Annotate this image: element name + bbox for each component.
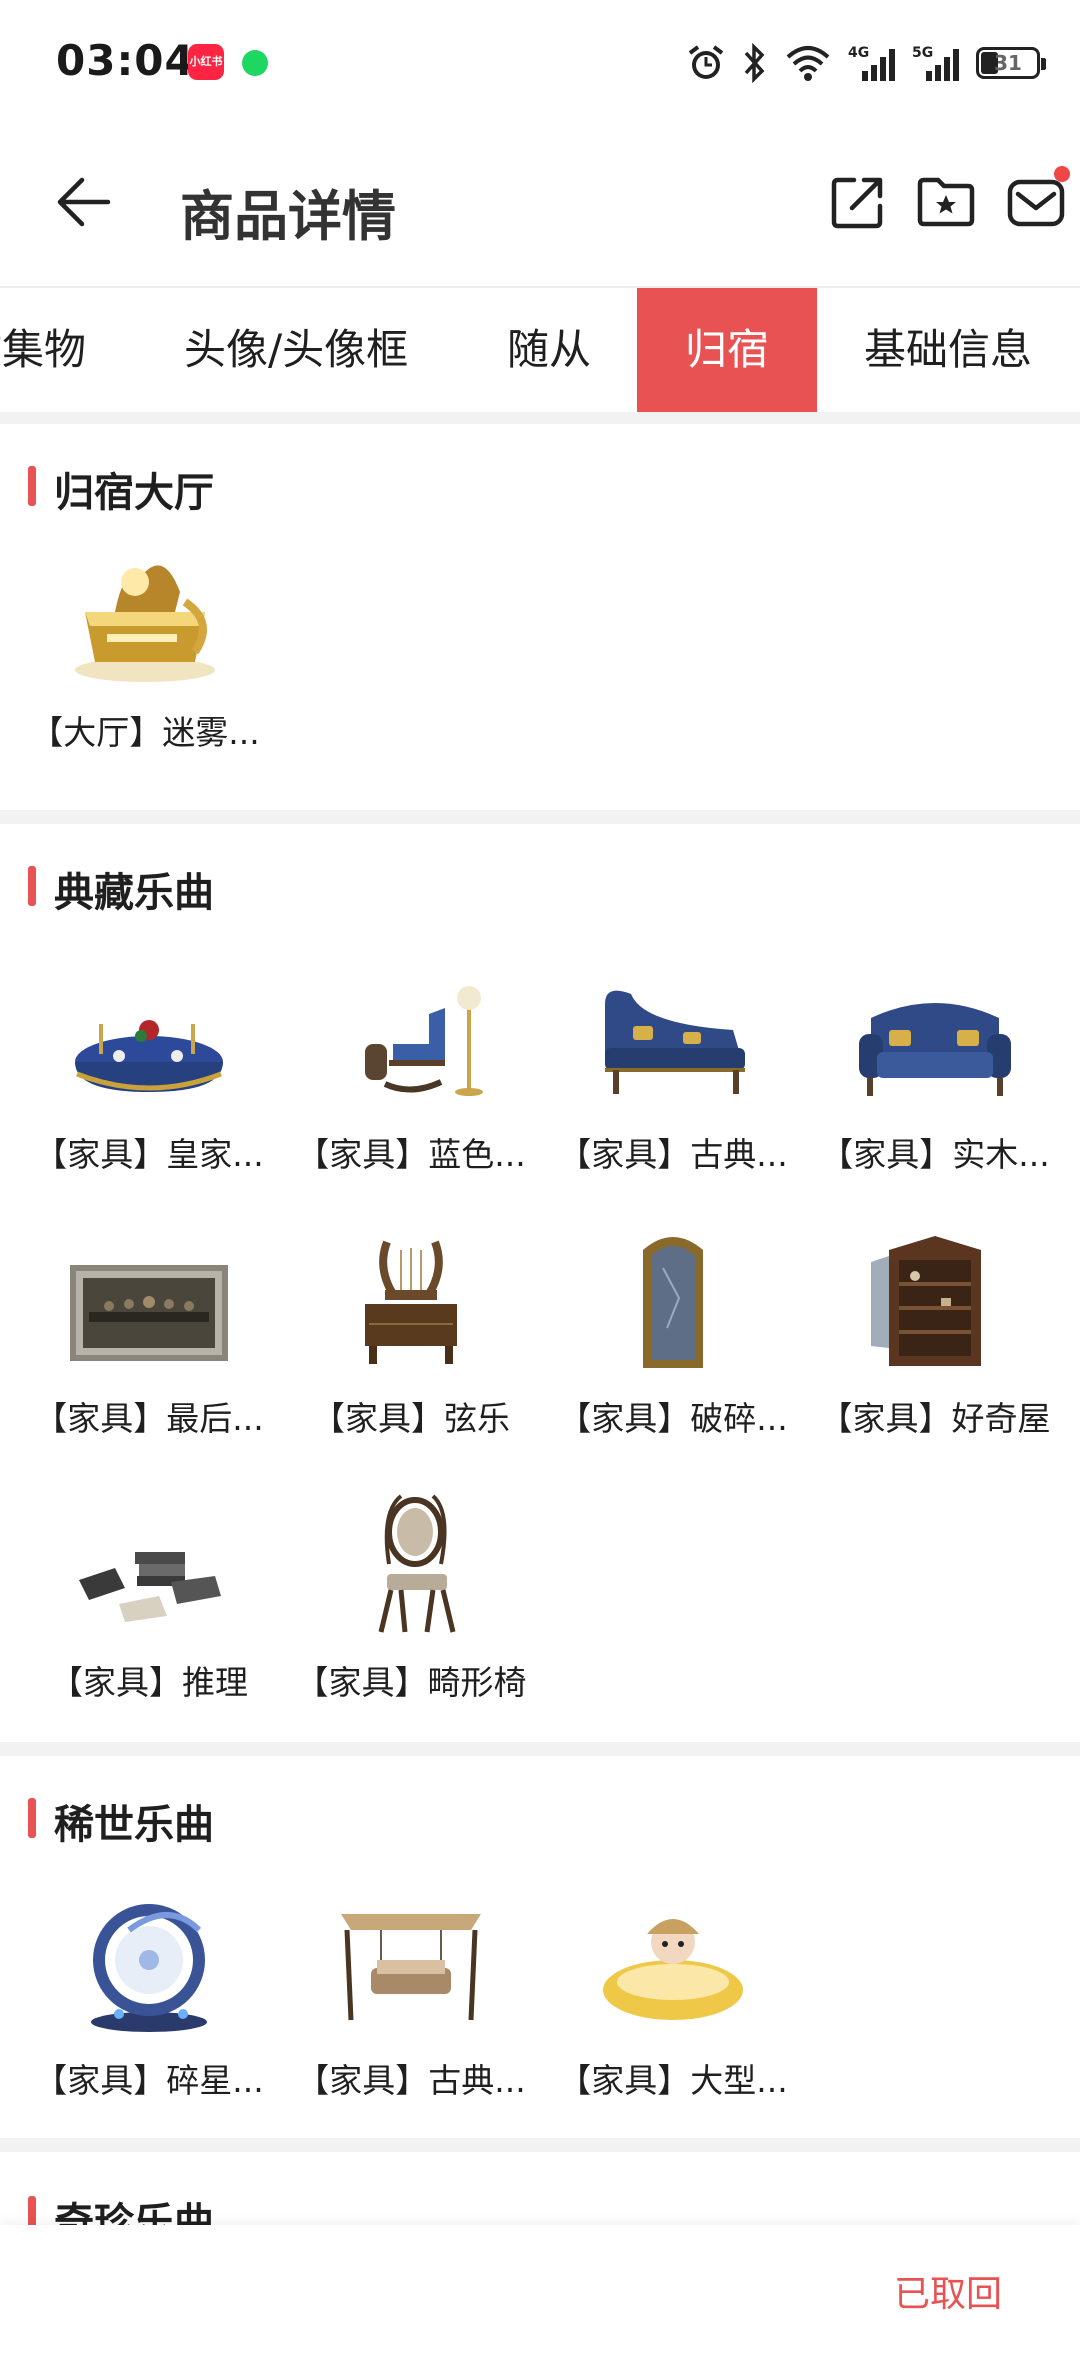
divider xyxy=(0,412,1080,424)
item-label: 【家具】皇家... xyxy=(34,1135,264,1174)
item-card[interactable]: 【家具】古典... xyxy=(280,1890,542,2102)
page-title: 商品详情 xyxy=(180,185,396,248)
broken-mirror-icon xyxy=(643,1237,703,1368)
tab-home-active[interactable]: 归宿 xyxy=(637,288,817,412)
bathtub-icon xyxy=(603,1919,743,2020)
swing-bench-icon xyxy=(341,1914,481,2021)
item-card[interactable]: 【家具】皇家... xyxy=(18,964,280,1176)
battery-icon: 31 xyxy=(976,47,1046,79)
item-card[interactable]: 【家具】实木... xyxy=(804,964,1066,1176)
tab-followers[interactable]: 随从 xyxy=(507,288,591,412)
back-arrow-icon[interactable] xyxy=(52,170,116,234)
wifi-icon xyxy=(786,46,830,81)
tab-avatar-frame[interactable]: 头像/头像框 xyxy=(184,288,408,412)
favorite-folder-icon[interactable] xyxy=(914,170,978,234)
signal-5g-icon: 5G xyxy=(912,45,959,81)
classic-chaise-icon xyxy=(605,990,745,1094)
section-marker xyxy=(28,866,36,906)
signal-4g-icon: 4G xyxy=(848,45,895,81)
battery-level: 31 xyxy=(994,51,1022,75)
bottom-action-bar: 已取回 xyxy=(0,2225,1080,2375)
item-label: 【家具】最后... xyxy=(34,1399,264,1438)
category-tabs: 收集物 头像/头像框 随从 归宿 基础信息 xyxy=(0,288,1080,412)
golden-stage-icon xyxy=(75,565,215,682)
item-card[interactable]: 【家具】破碎... xyxy=(542,1228,804,1440)
item-label: 【家具】碎星... xyxy=(34,2061,264,2100)
section-title: 典藏乐曲 xyxy=(54,870,214,916)
tab-collectibles[interactable]: 收集物 xyxy=(0,288,86,412)
section-title: 稀世乐曲 xyxy=(54,1802,214,1848)
item-label: 【家具】推理 xyxy=(50,1663,248,1702)
section-collection: 典藏乐曲 【家具】皇家... 【家具】蓝色... 【家具】古典... 【家具】实… xyxy=(0,824,1080,1742)
status-time: 03:04 xyxy=(56,36,195,85)
star-moon-ornament-icon xyxy=(91,1904,207,2032)
share-icon[interactable] xyxy=(826,170,890,234)
item-label: 【家具】蓝色... xyxy=(296,1135,526,1174)
section-title: 归宿大厅 xyxy=(54,470,214,516)
item-label: 【家具】弦乐 xyxy=(312,1399,510,1438)
royal-table-icon xyxy=(75,1020,223,1092)
item-label: 【家具】古典... xyxy=(296,2061,526,2100)
xiaohongshu-app-icon: 小红书 xyxy=(188,44,224,80)
item-card[interactable]: 【家具】最后... xyxy=(18,1228,280,1440)
section-treasure: 奇珍乐曲 xyxy=(0,2152,1080,2225)
twisted-chair-icon xyxy=(378,1494,456,1633)
chat-app-icon xyxy=(242,50,268,76)
net2-label: 5G xyxy=(912,45,933,61)
notification-badge xyxy=(1054,166,1070,182)
item-label: 【家具】破碎... xyxy=(558,1399,788,1438)
tab-basic-info[interactable]: 基础信息 xyxy=(864,288,1032,412)
item-card[interactable]: 【家具】弦乐 xyxy=(280,1228,542,1440)
status-bar: 03:04 小红书 4G 5G 31 xyxy=(0,0,1080,120)
books-icon xyxy=(79,1552,221,1622)
blue-rocking-chair-icon xyxy=(365,986,483,1096)
curio-cabinet-icon xyxy=(871,1236,981,1366)
section-hall: 归宿大厅 【大厅】迷雾... xyxy=(0,424,1080,810)
item-label: 【家具】实木... xyxy=(820,1135,1050,1174)
item-card[interactable]: 【家具】推理 xyxy=(18,1492,280,1704)
item-label: 【家具】畸形椅 xyxy=(295,1663,527,1702)
section-gap xyxy=(0,2138,1080,2152)
item-card[interactable]: 【家具】好奇屋 xyxy=(804,1228,1066,1440)
section-marker xyxy=(28,466,36,506)
net1-label: 4G xyxy=(848,45,869,61)
item-label: 【大厅】迷雾... xyxy=(30,713,260,752)
lyre-dresser-icon xyxy=(365,1240,457,1364)
item-label: 【家具】古典... xyxy=(558,1135,788,1174)
painting-icon xyxy=(70,1265,228,1361)
alarm-icon xyxy=(688,45,724,79)
bluetooth-icon xyxy=(744,43,765,83)
section-gap xyxy=(0,1742,1080,1756)
item-label: 【家具】大型... xyxy=(558,2061,788,2100)
item-card[interactable]: 【家具】蓝色... xyxy=(280,964,542,1176)
wooden-sofa-icon xyxy=(859,1003,1011,1096)
item-card[interactable]: 【大厅】迷雾... xyxy=(14,542,276,754)
item-card[interactable]: 【家具】畸形椅 xyxy=(280,1492,542,1704)
section-title: 奇珍乐曲 xyxy=(54,2200,214,2225)
top-app-bar: 商品详情 xyxy=(0,120,1080,288)
item-card[interactable]: 【家具】古典... xyxy=(542,964,804,1176)
section-rare: 稀世乐曲 【家具】碎星... 【家具】古典... 【家具】大型... xyxy=(0,1756,1080,2138)
section-marker xyxy=(28,2196,36,2225)
item-card[interactable]: 【家具】大型... xyxy=(542,1890,804,2102)
withdrawn-status: 已取回 xyxy=(893,2274,1002,2315)
item-label: 【家具】好奇屋 xyxy=(819,1399,1051,1438)
item-card[interactable]: 【家具】碎星... xyxy=(18,1890,280,2102)
section-marker xyxy=(28,1798,36,1838)
section-gap xyxy=(0,810,1080,824)
